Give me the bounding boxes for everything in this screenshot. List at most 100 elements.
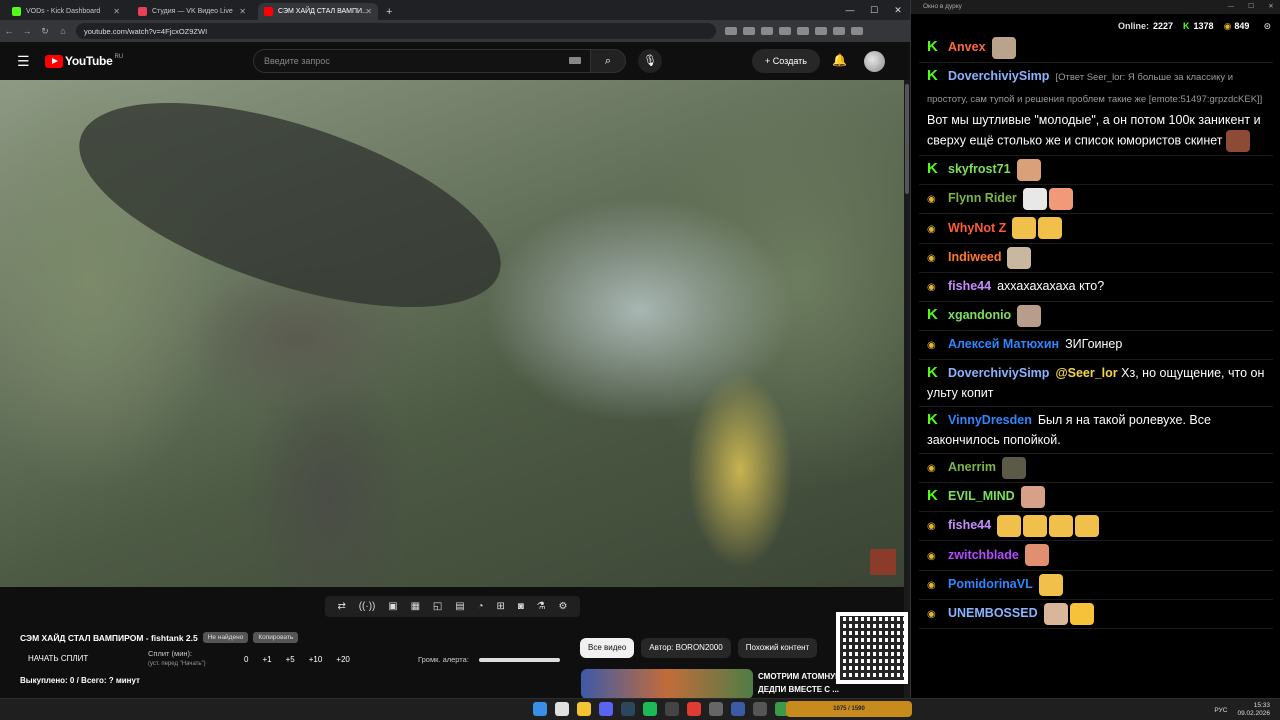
close-icon[interactable]: ✕ (113, 7, 120, 16)
screen-icon[interactable]: ▣ (388, 601, 397, 612)
gear-icon[interactable]: ⚙ (559, 601, 568, 612)
tab-youtube-video[interactable]: СЭМ ХАЙД СТАЛ ВАМПИ... ✕ (258, 3, 378, 20)
app-icon[interactable] (731, 702, 745, 716)
extension-icon[interactable] (851, 27, 863, 35)
logo-text: YouTube (65, 54, 113, 68)
chat-message: ◉ UNEMBOSSED (919, 600, 1273, 630)
clock[interactable]: 15:33 09.02.2026 (1237, 702, 1270, 718)
extension-icon[interactable] (779, 27, 791, 35)
minimize-icon[interactable]: — (1221, 0, 1241, 14)
voice-search-button[interactable]: 🎙 (638, 49, 662, 73)
pip-icon[interactable]: ◱ (433, 601, 442, 612)
chat-username[interactable]: Flynn Rider (948, 191, 1017, 205)
emote-icon (997, 515, 1022, 538)
maximize-icon[interactable]: ☐ (862, 0, 886, 20)
tab-kick-dashboard[interactable]: VODs - Kick Dashboard ✕ (6, 3, 126, 20)
extension-icon[interactable] (833, 27, 845, 35)
scrollbar-thumb[interactable] (905, 84, 909, 194)
kick-badge-icon: K (927, 410, 938, 428)
chat-username[interactable]: DoverchiviySimp (948, 366, 1049, 380)
tab-vk-studio[interactable]: Студия — VK Видео Live ✕ (132, 3, 252, 20)
app-icon[interactable] (665, 702, 679, 716)
speed-icon[interactable]: ◔ (478, 601, 484, 612)
extension-icon[interactable] (725, 27, 737, 35)
maximize-icon[interactable]: ☐ (1241, 0, 1261, 14)
new-tab-button[interactable]: + (386, 6, 392, 18)
recommended-video-thumbnail[interactable] (581, 669, 753, 699)
chat-username[interactable]: Anerrim (948, 460, 996, 474)
taskbar-app-progress[interactable]: 1075 / 1590 (786, 701, 912, 717)
reload-icon[interactable]: ↻ (36, 26, 54, 37)
chat-username[interactable]: Indiweed (948, 250, 1001, 264)
tab-bar: VODs - Kick Dashboard ✕ Студия — VK Виде… (0, 0, 910, 20)
split-sublabel: (уст. перед "Начать") (148, 661, 206, 667)
add-clip-icon[interactable]: ⊞ (496, 601, 504, 612)
lang-indicator[interactable]: РУС (1214, 707, 1227, 714)
film-icon[interactable]: ▦ (411, 601, 420, 612)
chrome-icon[interactable] (555, 702, 569, 716)
chip-author[interactable]: Автор: BORON2000 (641, 638, 731, 658)
close-window-icon[interactable]: ✕ (886, 0, 910, 20)
flask-icon[interactable]: ⚗ (537, 601, 546, 612)
extension-icon[interactable] (743, 27, 755, 35)
camera-icon[interactable]: ◙ (518, 601, 524, 612)
broadcast-icon[interactable]: ((·)) (359, 601, 376, 612)
spotify-icon[interactable] (643, 702, 657, 716)
chat-username[interactable]: skyfrost71 (948, 162, 1011, 176)
split-add-button[interactable]: +20 (336, 655, 350, 664)
split-add-button[interactable]: +10 (309, 655, 323, 664)
extension-icon[interactable] (797, 27, 809, 35)
back-icon[interactable]: ← (0, 26, 18, 36)
chat-username[interactable]: DoverchiviySimp (948, 69, 1049, 83)
create-button[interactable]: + Создать (752, 49, 820, 73)
chip-related[interactable]: Похожий контент (737, 638, 818, 658)
chat-username[interactable]: EVIL_MIND (948, 489, 1015, 503)
video-player[interactable] (0, 80, 904, 587)
chat-username[interactable]: Алексей Матюхин (948, 337, 1059, 351)
home-icon[interactable]: ⌂ (54, 26, 72, 36)
settings-icon[interactable]: ⊙ (1263, 21, 1271, 32)
app-icon[interactable] (709, 702, 723, 716)
chat-username[interactable]: zwitchblade (948, 548, 1019, 562)
split-add-button[interactable]: +5 (286, 655, 295, 664)
search-button[interactable]: ⌕ (590, 49, 626, 73)
chat-username[interactable]: fishe44 (948, 518, 991, 532)
subtitles-icon[interactable]: ▤ (455, 601, 464, 612)
forward-icon[interactable]: → (18, 26, 36, 36)
chat-username[interactable]: VinnyDresden (948, 413, 1032, 427)
steam-icon[interactable] (621, 702, 635, 716)
search-input[interactable]: Введите запрос (253, 49, 591, 73)
close-window-icon[interactable]: ✕ (1261, 0, 1280, 14)
url-field[interactable]: youtube.com/watch?v=4FjcxOZ9ZWI (76, 23, 716, 39)
notifications-bell-icon[interactable]: 🔔 (832, 53, 847, 67)
windows-start-icon[interactable] (533, 702, 547, 716)
keyboard-icon[interactable] (569, 57, 581, 64)
alert-volume-slider[interactable] (479, 658, 560, 662)
extension-icon[interactable] (761, 27, 773, 35)
chat-username[interactable]: fishe44 (948, 279, 991, 293)
loop-icon[interactable]: ⇄ (337, 601, 345, 612)
chat-username[interactable]: Anvex (948, 40, 986, 54)
split-add-button[interactable]: +1 (262, 655, 271, 664)
folder-icon[interactable] (577, 702, 591, 716)
close-icon[interactable]: ✕ (365, 7, 372, 16)
mention[interactable]: @Seer_lor (1055, 366, 1117, 380)
discord-icon[interactable] (599, 702, 613, 716)
chat-username[interactable]: PomidorinaVL (948, 577, 1033, 591)
chat-message: Kskyfrost71 (919, 156, 1273, 185)
chat-username[interactable]: xgandonio (948, 308, 1011, 322)
chip-all-videos[interactable]: Все видео (580, 638, 635, 658)
menu-icon[interactable]: ☰ (17, 53, 31, 70)
minimize-icon[interactable]: — (838, 0, 862, 20)
app-icon[interactable] (687, 702, 701, 716)
vk-badge-icon: ◉ (927, 550, 936, 562)
youtube-logo[interactable]: YouTube RU (45, 54, 123, 68)
close-icon[interactable]: ✕ (239, 7, 246, 16)
chat-username[interactable]: UNEMBOSSED (948, 606, 1038, 620)
chat-username[interactable]: WhyNot Z (948, 221, 1006, 235)
copy-button[interactable]: Копировать (253, 632, 299, 643)
avatar[interactable] (864, 51, 885, 72)
start-split-button[interactable]: НАЧАТЬ СПЛИТ (28, 654, 88, 663)
app-icon[interactable] (753, 702, 767, 716)
extension-icon[interactable] (815, 27, 827, 35)
